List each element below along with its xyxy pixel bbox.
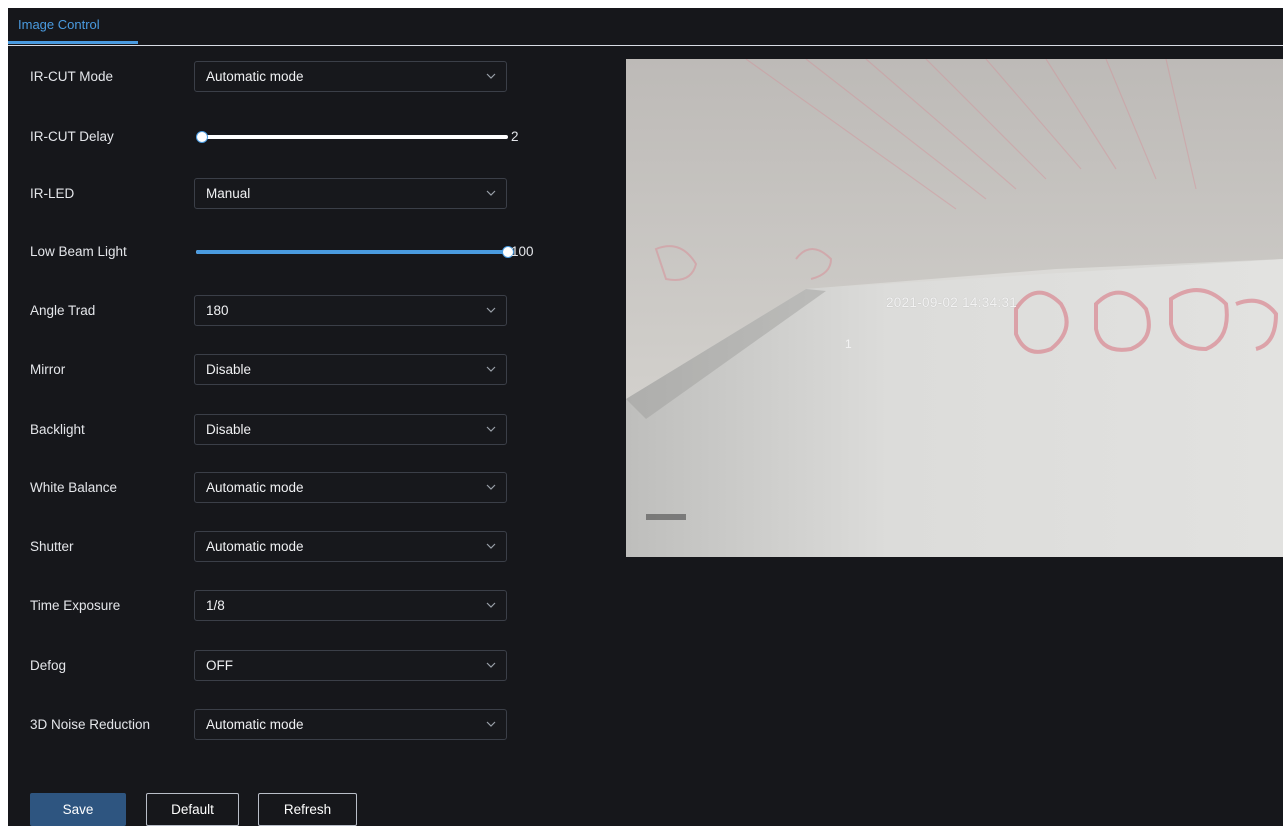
angle-trad-value: 180 (206, 303, 229, 318)
camera-preview[interactable]: 2021-09-02 14:34:31 1 (626, 59, 1283, 557)
chevron-down-icon (486, 602, 496, 608)
shutter-select[interactable]: Automatic mode (194, 531, 507, 562)
chevron-down-icon (486, 543, 496, 549)
chevron-down-icon (486, 307, 496, 313)
ir-cut-delay-track (196, 135, 508, 139)
ir-led-label: IR-LED (30, 186, 75, 201)
noise-reduction-row: 3D Noise Reduction Automatic mode (8, 709, 568, 741)
time-exposure-row: Time Exposure 1/8 (8, 590, 568, 622)
defog-row: Defog OFF (8, 650, 568, 682)
shutter-row: Shutter Automatic mode (8, 531, 568, 563)
mirror-select[interactable]: Disable (194, 354, 507, 385)
backlight-value: Disable (206, 422, 252, 437)
ir-cut-delay-slider[interactable] (196, 131, 508, 143)
white-balance-value: Automatic mode (206, 480, 304, 495)
white-balance-row: White Balance Automatic mode (8, 472, 568, 504)
chevron-down-icon (486, 484, 496, 490)
low-beam-light-value: 100 (511, 244, 534, 259)
ir-cut-delay-label: IR-CUT Delay (30, 129, 114, 144)
ir-led-value: Manual (206, 186, 251, 201)
angle-trad-row: Angle Trad 180 (8, 295, 568, 327)
angle-trad-select[interactable]: 180 (194, 295, 507, 326)
noise-reduction-select[interactable]: Automatic mode (194, 709, 507, 740)
noise-reduction-label: 3D Noise Reduction (30, 717, 151, 732)
backlight-label: Backlight (30, 422, 85, 437)
chevron-down-icon (486, 426, 496, 432)
low-beam-light-label: Low Beam Light (30, 244, 127, 259)
osd-channel: 1 (845, 337, 852, 351)
angle-trad-label: Angle Trad (30, 303, 96, 318)
chevron-down-icon (486, 73, 496, 79)
chevron-down-icon (486, 721, 496, 727)
noise-reduction-value: Automatic mode (206, 717, 304, 732)
shutter-label: Shutter (30, 539, 74, 554)
ir-cut-mode-value: Automatic mode (206, 69, 304, 84)
ir-cut-mode-select[interactable]: Automatic mode (194, 61, 507, 92)
default-button[interactable]: Default (146, 793, 239, 826)
ir-cut-delay-value: 2 (511, 129, 519, 144)
chevron-down-icon (486, 366, 496, 372)
ir-cut-mode-label: IR-CUT Mode (30, 69, 114, 84)
mirror-row: Mirror Disable (8, 354, 568, 386)
white-balance-select[interactable]: Automatic mode (194, 472, 507, 503)
defog-value: OFF (206, 658, 233, 673)
time-exposure-value: 1/8 (206, 598, 225, 613)
white-balance-label: White Balance (30, 480, 118, 495)
osd-timestamp: 2021-09-02 14:34:31 (886, 295, 1018, 310)
refresh-button[interactable]: Refresh (258, 793, 357, 826)
image-control-page: Image Control IR-CUT Mode Automatic mode… (8, 8, 1283, 826)
backlight-select[interactable]: Disable (194, 414, 507, 445)
low-beam-light-slider[interactable] (196, 246, 514, 258)
ir-cut-delay-row: IR-CUT Delay 2 (8, 121, 568, 153)
time-exposure-select[interactable]: 1/8 (194, 590, 507, 621)
low-beam-light-fill (196, 250, 508, 254)
tab-image-control[interactable]: Image Control (8, 8, 138, 44)
defog-select[interactable]: OFF (194, 650, 507, 681)
mirror-label: Mirror (30, 362, 66, 377)
save-button[interactable]: Save (30, 793, 126, 826)
backlight-row: Backlight Disable (8, 414, 568, 446)
chevron-down-icon (486, 662, 496, 668)
shutter-value: Automatic mode (206, 539, 304, 554)
ir-cut-mode-row: IR-CUT Mode Automatic mode (8, 61, 568, 93)
ir-led-row: IR-LED Manual (8, 178, 568, 210)
tab-bar: Image Control (8, 8, 1283, 46)
ir-led-select[interactable]: Manual (194, 178, 507, 209)
mirror-value: Disable (206, 362, 252, 377)
time-exposure-label: Time Exposure (30, 598, 121, 613)
chevron-down-icon (486, 190, 496, 196)
low-beam-light-row: Low Beam Light 100 (8, 236, 568, 268)
defog-label: Defog (30, 658, 67, 673)
ir-cut-delay-knob[interactable] (196, 131, 209, 143)
